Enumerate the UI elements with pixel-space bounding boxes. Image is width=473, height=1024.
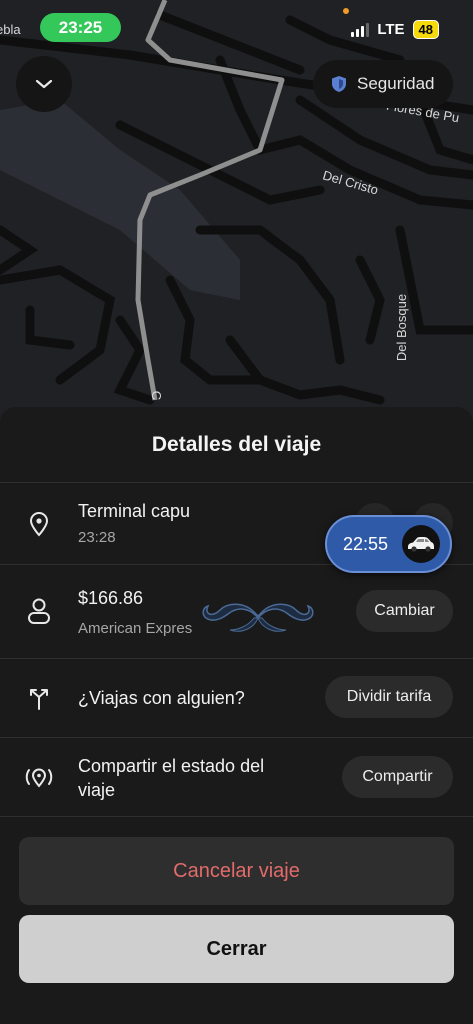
street-label: C (149, 390, 165, 401)
battery-icon: 48 (412, 20, 439, 39)
split-fare-row[interactable]: ¿Viajas con alguien? Dividir tarifa (0, 659, 473, 737)
location-pin-icon (24, 509, 54, 539)
change-payment-button[interactable]: Cambiar (356, 590, 453, 632)
split-fare-button[interactable]: Dividir tarifa (325, 676, 453, 718)
split-fare-label: ¿Viajas con alguien? (78, 688, 245, 708)
person-icon (24, 596, 54, 626)
collapse-button[interactable] (16, 56, 72, 112)
payment-method: American Expres (78, 620, 193, 637)
split-arrows-icon (24, 683, 54, 713)
status-indicators: LTE 48 (351, 20, 439, 39)
fare-amount: $166.86 (78, 588, 144, 608)
share-status-label-line2: viaje (78, 780, 116, 800)
destination-name: Terminal capu (78, 501, 191, 521)
eta-time: 22:55 (343, 533, 389, 554)
eta-chip[interactable]: 22:55 (325, 515, 452, 573)
security-label: Seguridad (357, 74, 435, 93)
broadcast-pin-icon (24, 763, 54, 793)
network-type: LTE (377, 21, 405, 38)
close-button[interactable]: Cerrar (19, 915, 454, 983)
divider (0, 816, 473, 817)
share-status-label-line1: Compartir el estado del (78, 756, 265, 776)
car-icon (402, 525, 441, 563)
street-label: Del Bosque (394, 293, 410, 362)
destination-time: 23:28 (78, 529, 116, 546)
status-time: 23:25 (40, 13, 121, 42)
signal-icon (351, 22, 370, 37)
cancel-trip-button[interactable]: Cancelar viaje (19, 837, 454, 905)
mustache-sticker (202, 603, 314, 632)
privacy-indicator (343, 8, 349, 14)
share-status-button[interactable]: Compartir (342, 756, 453, 798)
security-button[interactable]: Seguridad (313, 60, 453, 108)
share-status-label: Compartir el estado del viaje (78, 754, 264, 802)
street-label: ebla (0, 22, 21, 37)
chevron-down-icon (35, 79, 53, 89)
shield-icon (332, 76, 346, 92)
sheet-title: Detalles del viaje (151, 433, 322, 456)
share-status-row[interactable]: Compartir el estado del viaje Compartir (0, 738, 473, 816)
